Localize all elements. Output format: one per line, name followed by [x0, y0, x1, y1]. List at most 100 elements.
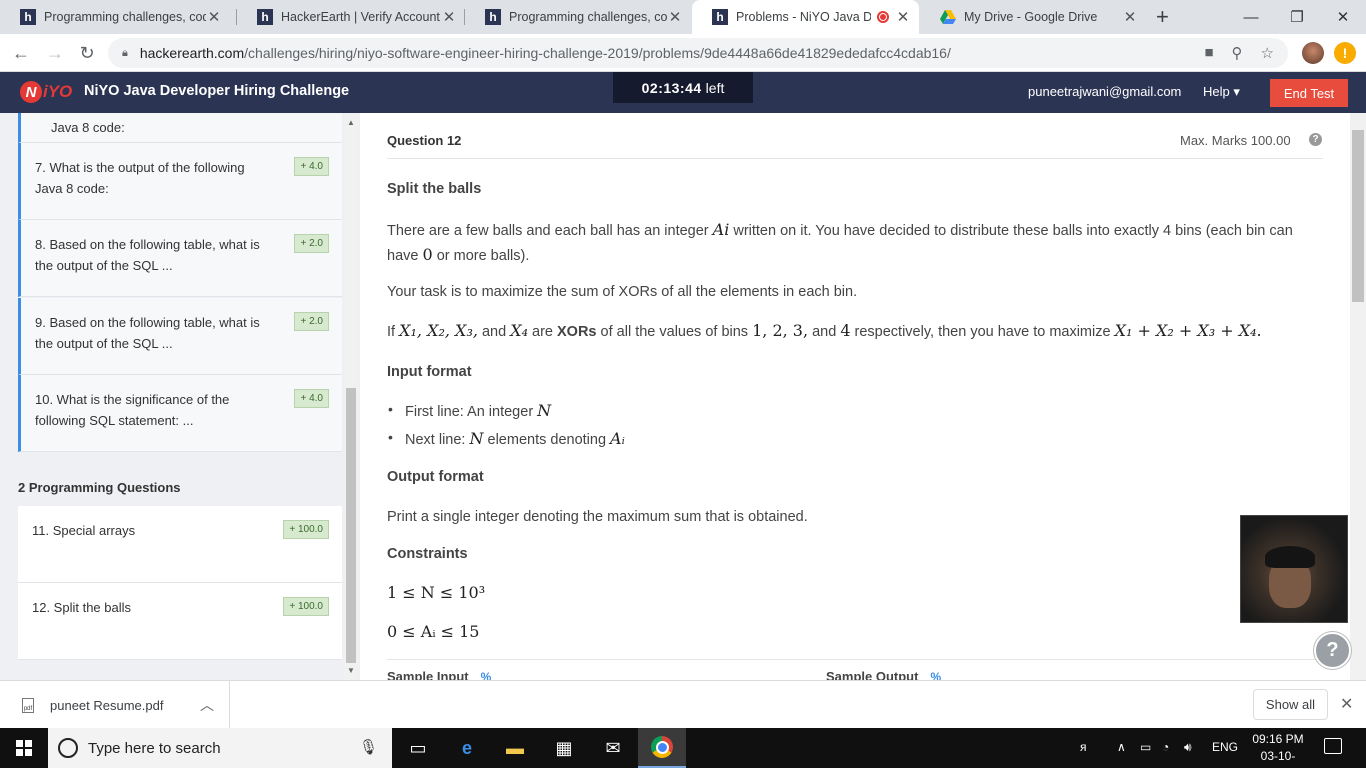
sample-output-heading: Sample Output% [826, 669, 941, 680]
marks-badge: + 2.0 [294, 312, 329, 331]
zoom-icon[interactable]: ⚲ [1232, 44, 1243, 62]
problem-description-2: Your task is to maximize the sum of XORs… [387, 284, 858, 300]
bookmark-star-icon[interactable]: ☆ [1261, 44, 1274, 62]
minimize-button[interactable]: — [1228, 0, 1274, 34]
microsoft-store-icon[interactable]: ▦ [540, 728, 588, 768]
copy-link-icon[interactable]: % [481, 670, 492, 680]
chevron-up-icon[interactable]: ︿ [200, 695, 214, 715]
edge-browser-icon[interactable]: e [443, 728, 491, 768]
tab-title: HackerEarth | Verify Account | H [281, 10, 441, 24]
question-item-12[interactable]: 12. Split the balls + 100.0 [18, 583, 342, 660]
help-dropdown[interactable]: Help ▾ [1203, 84, 1240, 100]
tab-close-icon[interactable]: ✕ [441, 8, 457, 26]
task-view-icon[interactable]: ▭ [394, 728, 442, 768]
taskbar-search[interactable]: Type here to search 🎙︎ [48, 728, 392, 768]
browser-tab-1[interactable]: h Programming challenges, codi ✕ [0, 0, 230, 34]
sidebar-scrollbar-thumb[interactable] [346, 388, 356, 663]
question-item-9[interactable]: 9. Based on the following table, what is… [18, 298, 342, 375]
volume-icon[interactable]: 🔊︎ [1184, 740, 1192, 755]
help-question-icon[interactable]: ? [1314, 632, 1351, 669]
update-alert-icon[interactable]: ! [1334, 42, 1356, 64]
show-all-downloads-button[interactable]: Show all [1253, 689, 1328, 720]
new-tab-button[interactable]: + [1156, 4, 1169, 30]
question-item-text: 10. What is the significance of the foll… [35, 392, 230, 428]
copy-link-icon[interactable]: % [930, 670, 941, 680]
close-window-button[interactable]: ✕ [1320, 0, 1366, 34]
problem-description-1: There are a few balls and each ball has … [387, 220, 1293, 264]
browser-tab-strip: h Programming challenges, codi ✕ h Hacke… [0, 0, 1366, 34]
marks-badge: + 100.0 [283, 597, 329, 616]
constraint-n: 1 ≤ N ≤ 10³ [387, 583, 486, 602]
niyo-logo: NiYO [20, 81, 72, 103]
reload-icon[interactable]: ↻ [74, 40, 100, 66]
browser-tab-3[interactable]: h Programming challenges, codi ✕ [465, 0, 691, 34]
marks-badge: + 2.0 [294, 234, 329, 253]
wifi-icon[interactable]: ◔ [1162, 740, 1169, 754]
problem-panel: Question 12 Max. Marks 100.00 ? Split th… [360, 113, 1350, 680]
windows-taskbar: Type here to search 🎙︎ ▭ e ▬ ▦ ✉ ᴙ ∧ ▭ ◔… [0, 728, 1366, 768]
input-line-1: First line: An integer N [388, 401, 551, 420]
input-line-2: Next line: N elements denoting Aᵢ [388, 429, 625, 448]
url-path: /challenges/hiring/niyo-software-enginee… [244, 45, 951, 61]
battery-icon[interactable]: ▭ [1140, 740, 1151, 754]
hackerearth-favicon-icon: h [485, 9, 501, 25]
question-item-11[interactable]: 11. Special arrays + 100.0 [18, 506, 342, 583]
microphone-icon[interactable]: 🎙︎ [359, 738, 378, 756]
input-format-heading: Input format [387, 364, 472, 380]
tab-close-icon[interactable]: ✕ [1122, 8, 1138, 26]
recording-indicator-icon [877, 11, 889, 23]
question-item-8[interactable]: 8. Based on the following table, what is… [18, 220, 342, 297]
system-clock[interactable]: 09:16 PM 03-10-2019 [1248, 731, 1308, 768]
tab-close-icon[interactable]: ✕ [206, 8, 222, 26]
google-drive-icon [940, 9, 956, 25]
question-item-text: 8. Based on the following table, what is… [35, 237, 260, 273]
tab-title: My Drive - Google Drive [964, 10, 1098, 24]
close-shelf-icon[interactable]: ✕ [1340, 694, 1353, 714]
question-item-7[interactable]: 7. What is the output of the following J… [18, 143, 342, 220]
sample-input-heading: Sample Input% [387, 669, 491, 680]
tab-close-icon[interactable]: ✕ [667, 8, 683, 26]
marks-badge: + 4.0 [294, 157, 329, 176]
timer-suffix: left [705, 79, 725, 96]
end-test-button[interactable]: End Test [1270, 79, 1348, 107]
file-explorer-icon[interactable]: ▬ [491, 728, 539, 768]
browser-tab-4-active[interactable]: h Problems - NiYO Java Deve ✕ [692, 0, 919, 34]
maximize-button[interactable]: ❐ [1274, 0, 1320, 34]
download-item[interactable]: pdf puneet Resume.pdf ︿ [0, 681, 230, 729]
pdf-file-icon: pdf [22, 697, 34, 713]
browser-tab-2[interactable]: h HackerEarth | Verify Account | H ✕ [237, 0, 465, 34]
scroll-up-arrow-icon[interactable]: ▲ [347, 118, 355, 127]
profile-avatar[interactable] [1302, 42, 1324, 64]
divider [387, 158, 1323, 159]
language-indicator[interactable]: ENG [1212, 740, 1238, 754]
download-shelf: pdf puneet Resume.pdf ︿ Show all ✕ [0, 680, 1366, 729]
question-item-6[interactable]: Java 8 code: [18, 113, 342, 143]
camera-in-use-icon[interactable]: ■ [1204, 44, 1213, 62]
question-item-10[interactable]: 10. What is the significance of the foll… [18, 375, 342, 452]
chrome-taskbar-icon[interactable] [638, 728, 686, 768]
tab-close-icon[interactable]: ✕ [895, 8, 911, 26]
tab-title: Problems - NiYO Java Deve [736, 10, 871, 24]
start-button[interactable] [0, 728, 48, 768]
challenge-title: NiYO Java Developer Hiring Challenge [84, 83, 350, 99]
clock-time: 09:16 PM [1252, 732, 1304, 746]
mail-icon[interactable]: ✉ [589, 728, 637, 768]
marks-badge: + 4.0 [294, 389, 329, 408]
scroll-down-arrow-icon[interactable]: ▼ [347, 666, 355, 675]
action-center-icon[interactable] [1324, 738, 1342, 754]
windows-logo-icon [16, 740, 32, 756]
forward-arrow-icon[interactable]: → [42, 40, 68, 66]
webcam-preview [1240, 515, 1348, 623]
show-hidden-icons-icon[interactable]: ∧ [1117, 740, 1126, 754]
url-host: hackerearth.com [139, 45, 245, 61]
user-email[interactable]: puneetrajwani@gmail.com [1028, 84, 1181, 99]
people-icon[interactable]: ᴙ [1080, 740, 1087, 754]
max-marks: Max. Marks 100.00 [1180, 133, 1291, 148]
main-scrollbar-thumb[interactable] [1352, 130, 1364, 302]
browser-tab-5[interactable]: My Drive - Google Drive ✕ [920, 0, 1146, 34]
download-file-name: puneet Resume.pdf [50, 697, 164, 713]
address-bar[interactable]: 🔒︎ hackerearth.com/challenges/hiring/niy… [108, 38, 1288, 68]
question-item-text: 9. Based on the following table, what is… [35, 315, 260, 351]
back-arrow-icon[interactable]: ← [8, 40, 34, 66]
info-question-icon[interactable]: ? [1309, 133, 1322, 146]
